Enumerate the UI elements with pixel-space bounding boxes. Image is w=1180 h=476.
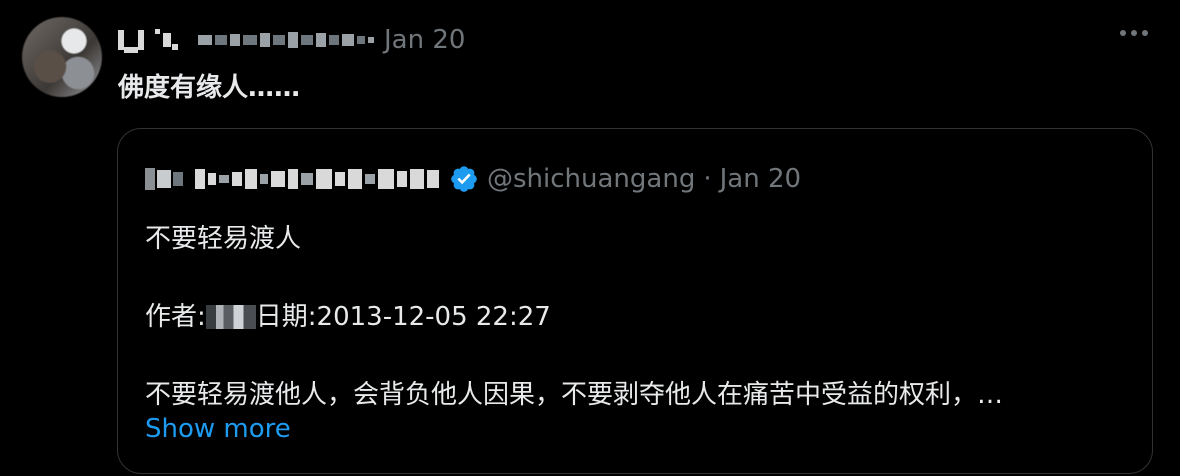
tweet-header: · Jan 20 (118, 22, 465, 58)
quoted-tweet-header: @shichuangang · Jan 20 (145, 161, 801, 197)
quoted-timestamp[interactable]: Jan 20 (720, 164, 801, 194)
tweet-timestamp[interactable]: Jan 20 (384, 25, 465, 55)
date-text: 日期:2013-12-05 22:27 (255, 302, 551, 332)
tweet-text: 佛度有缘人…… (118, 73, 301, 103)
author-name-redacted (205, 305, 256, 329)
quoted-author-date-line: 作者: 日期:2013-12-05 22:27 (145, 296, 551, 333)
username-redacted[interactable] (198, 27, 374, 53)
quoted-tweet-card[interactable]: @shichuangang · Jan 20 不要轻易渡人 作者: 日期:2013… (117, 128, 1153, 474)
user-avatar[interactable] (22, 17, 102, 97)
quoted-avatar-redacted[interactable] (145, 166, 187, 192)
show-more-link[interactable]: Show more (145, 414, 291, 444)
quoted-body-line: 不要轻易渡他人，会背负他人因果，不要剥夺他人在痛苦中受益的权利，… (145, 380, 1004, 410)
quoted-handle[interactable]: @shichuangang (487, 164, 695, 194)
quoted-header-dot: · (703, 164, 712, 194)
more-horizontal-icon[interactable] (1120, 30, 1148, 36)
quoted-title-line: 不要轻易渡人 (145, 224, 302, 254)
quoted-display-name-redacted[interactable] (195, 166, 439, 192)
tweet: · Jan 20 佛度有缘人…… (0, 0, 1180, 476)
display-name-redacted[interactable] (118, 27, 178, 53)
verified-badge-icon (451, 166, 477, 192)
author-label: 作者: (145, 302, 206, 332)
